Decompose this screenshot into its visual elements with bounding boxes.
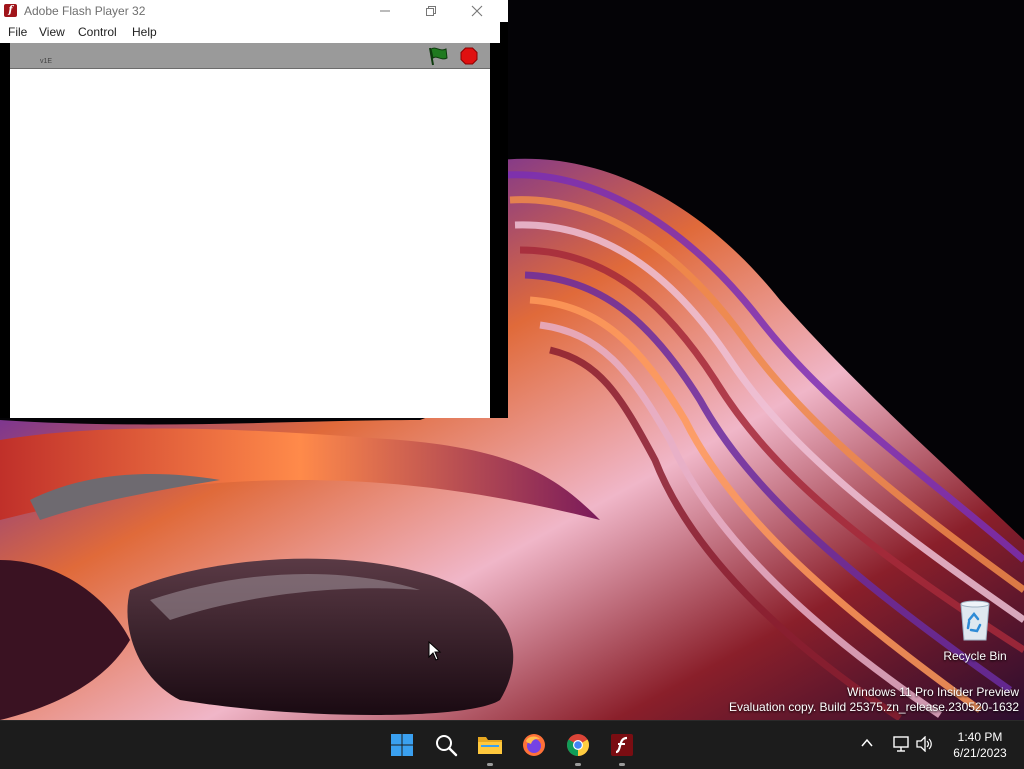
search-icon <box>436 735 458 757</box>
taskbar: 1:40 PM 6/21/2023 <box>0 720 1024 769</box>
close-button[interactable] <box>454 0 500 22</box>
maximize-icon <box>426 6 436 16</box>
mouse-cursor-icon <box>428 641 442 661</box>
firefox-icon <box>523 734 545 756</box>
windows-watermark: Windows 11 Pro Insider Preview Evaluatio… <box>729 685 1019 715</box>
recycle-bin-shortcut[interactable]: Recycle Bin <box>942 598 1008 663</box>
menu-bar: File View Control Help <box>0 22 500 43</box>
clock-date: 6/21/2023 <box>953 746 1007 760</box>
green-flag-icon[interactable] <box>427 46 449 66</box>
stage-toolbar: v1E <box>10 43 490 69</box>
menu-view[interactable]: View <box>39 25 65 39</box>
taskbar-firefox[interactable] <box>514 721 554 769</box>
network-icon[interactable] <box>892 735 910 753</box>
taskbar-file-explorer[interactable] <box>470 721 510 769</box>
window-titlebar[interactable]: f Adobe Flash Player 32 <box>0 0 508 22</box>
folder-icon <box>478 737 502 754</box>
flash-icon: f <box>4 4 17 17</box>
volume-icon[interactable] <box>915 736 933 752</box>
running-indicator <box>575 763 581 766</box>
recycle-bin-icon <box>960 600 990 641</box>
version-label: v1E <box>40 58 53 65</box>
menu-control[interactable]: Control <box>78 25 117 39</box>
stop-icon[interactable] <box>460 47 478 65</box>
flash-stage[interactable]: v1E <box>10 43 490 418</box>
restore-button[interactable] <box>408 0 454 22</box>
close-icon <box>471 5 483 17</box>
flash-icon <box>611 734 633 756</box>
running-indicator <box>487 763 493 766</box>
taskbar-chrome[interactable] <box>558 721 598 769</box>
search-button[interactable] <box>426 721 466 769</box>
minimize-icon <box>380 10 390 12</box>
recycle-bin-label: Recycle Bin <box>943 649 1007 663</box>
menu-help[interactable]: Help <box>132 25 157 39</box>
taskbar-flash-player[interactable] <box>602 721 642 769</box>
minimize-button[interactable] <box>362 0 408 22</box>
watermark-build: Evaluation copy. Build 25375.zn_release.… <box>729 700 1019 714</box>
watermark-edition: Windows 11 Pro Insider Preview <box>847 685 1019 699</box>
menu-file[interactable]: File <box>8 25 27 39</box>
clock-time: 1:40 PM <box>957 730 1003 744</box>
windows-start-icon <box>391 734 413 756</box>
chrome-icon <box>567 734 589 756</box>
system-clock[interactable]: 1:40 PM 6/21/2023 <box>940 729 1020 761</box>
start-button[interactable] <box>382 721 422 769</box>
flash-player-window: f Adobe Flash Player 32 File View Contro… <box>0 0 508 418</box>
chevron-up-icon[interactable] <box>860 736 874 750</box>
window-title: Adobe Flash Player 32 <box>24 4 146 18</box>
running-indicator <box>619 763 625 766</box>
